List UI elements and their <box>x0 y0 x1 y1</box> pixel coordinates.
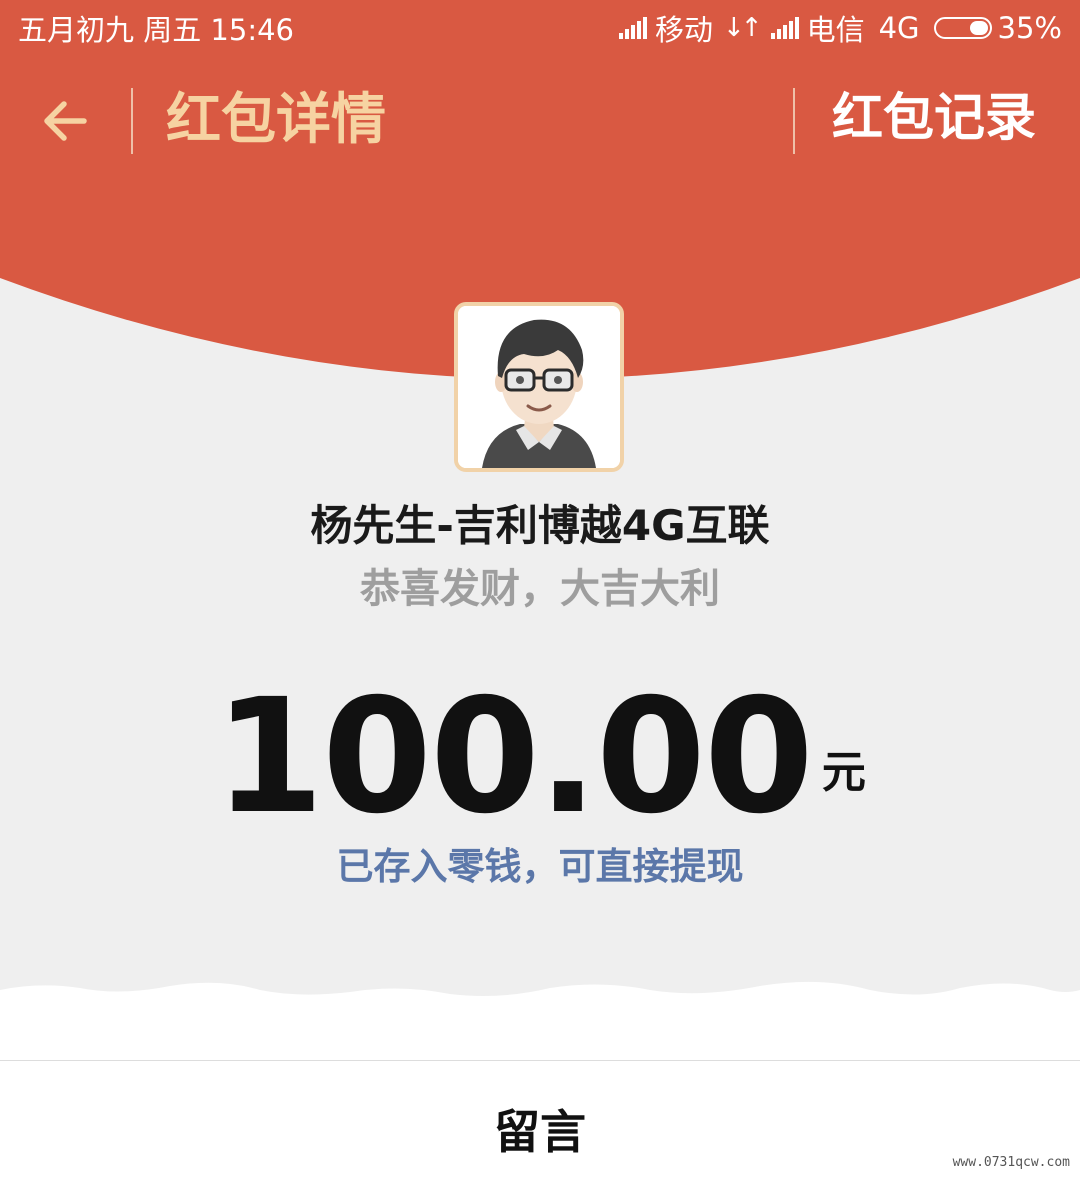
avatar-portrait-icon <box>458 306 620 468</box>
deposit-to-wallet-link[interactable]: 已存入零钱，可直接提现 <box>0 836 1080 890</box>
battery-percent-label: 35% <box>997 11 1062 45</box>
battery-icon <box>933 17 992 39</box>
signal-icon <box>770 17 799 39</box>
status-bar: 五月初九 周五 15:46 移动 ↓↑ 电信 4G 35% <box>0 0 1080 50</box>
sender-avatar[interactable] <box>454 302 624 472</box>
signal-icon <box>618 17 647 39</box>
red-packet-records-button[interactable]: 红包记录 <box>832 84 1036 154</box>
wave-divider <box>0 981 1080 1070</box>
message-label[interactable]: 留言 <box>0 1096 1080 1162</box>
amount-row: 100.00 元 <box>0 672 1080 842</box>
nav-divider-right <box>793 88 795 154</box>
nav-divider-left <box>131 88 133 154</box>
watermark-text: www.0731qcw.com <box>952 1155 1070 1170</box>
amount-value: 100.00 <box>214 665 814 849</box>
amount-unit: 元 <box>821 747 866 798</box>
page-title: 红包详情 <box>166 87 387 151</box>
sender-name: 杨先生-吉利博越4G互联 <box>310 501 770 550</box>
greeting-message: 恭喜发财，大吉大利 <box>360 566 720 612</box>
network-type-label: 4G <box>878 11 920 45</box>
carrier-2-label: 电信 <box>806 13 865 47</box>
data-transfer-icon: ↓↑ <box>723 13 763 43</box>
status-indicators: 移动 ↓↑ 电信 4G 35% <box>618 7 1062 49</box>
status-datetime: 五月初九 周五 15:46 <box>18 13 295 47</box>
back-arrow-icon[interactable] <box>40 96 90 146</box>
carrier-1-label: 移动 <box>654 13 713 47</box>
